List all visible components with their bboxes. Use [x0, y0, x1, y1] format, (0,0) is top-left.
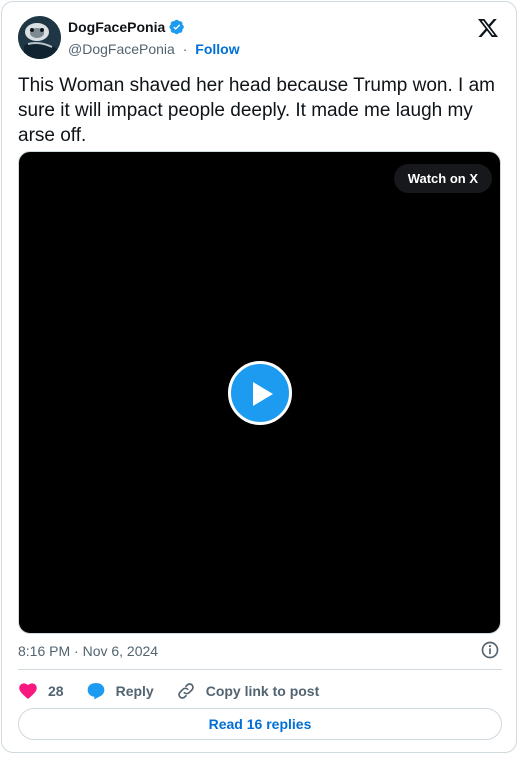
tweet-timestamp[interactable]: 8:16 PM · Nov 6, 2024 [18, 643, 158, 659]
play-button[interactable] [228, 361, 292, 425]
timestamp-row: 8:16 PM · Nov 6, 2024 [18, 643, 158, 659]
divider [18, 669, 502, 670]
watch-on-x-button[interactable]: Watch on X [393, 164, 492, 193]
author-handle-row: @DogFacePonia · Follow [68, 41, 240, 57]
x-logo-icon[interactable] [476, 16, 500, 40]
link-icon [177, 683, 194, 699]
author-handle[interactable]: @DogFacePonia [68, 41, 175, 57]
tweet-text: This Woman shaved her head because Trump… [18, 75, 496, 146]
follow-button[interactable]: Follow [195, 41, 239, 57]
reply-label: Reply [115, 683, 154, 699]
reply-bubble-icon [87, 683, 104, 700]
video-player[interactable]: Watch on X [18, 151, 501, 634]
tweet-card: DogFacePonia @DogFacePonia · Follow This… [1, 1, 517, 753]
handle-separator: · [182, 41, 188, 57]
info-icon[interactable] [480, 640, 500, 660]
read-replies-button[interactable]: Read 16 replies [18, 708, 502, 740]
play-icon [253, 382, 273, 406]
action-bar: 28 Reply Copy link to post [18, 679, 341, 703]
copy-link-label: Copy link to post [205, 683, 320, 699]
avatar[interactable] [18, 16, 61, 59]
like-button[interactable]: 28 [18, 681, 64, 701]
verified-badge-icon [169, 19, 185, 35]
reply-button[interactable]: Reply [86, 681, 154, 701]
copy-link-button[interactable]: Copy link to post [176, 681, 320, 701]
author-name-row: DogFacePonia [68, 19, 185, 35]
heart-icon [19, 683, 37, 699]
author-display-name[interactable]: DogFacePonia [68, 19, 165, 35]
like-count: 28 [48, 683, 64, 699]
avatar-bulldog-icon [18, 16, 61, 59]
